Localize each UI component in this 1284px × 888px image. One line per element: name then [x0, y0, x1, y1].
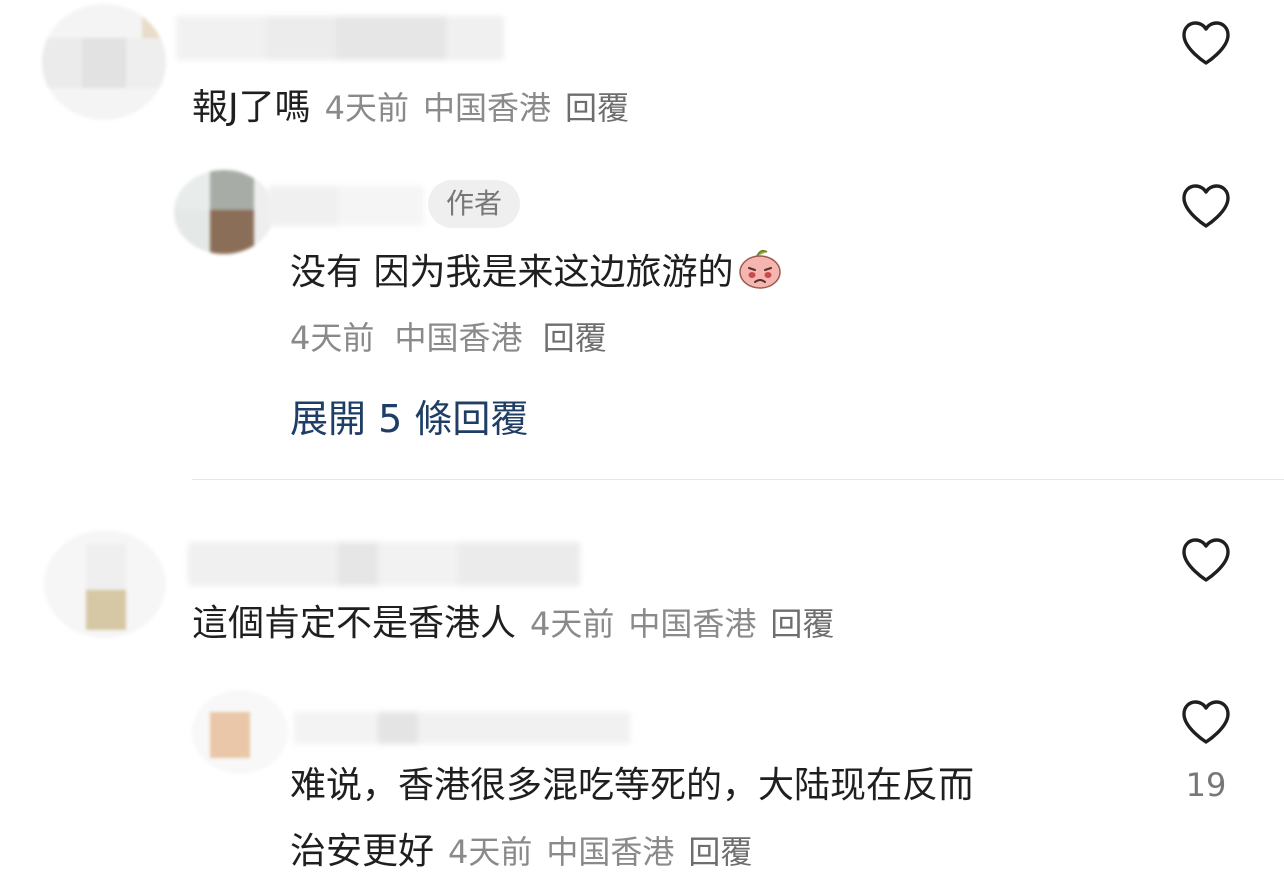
heart-outline-icon[interactable] [1180, 19, 1232, 67]
reply-text: 没有 因为我是来这边旅游的 [290, 246, 783, 295]
reply-button[interactable]: 回覆 [770, 605, 834, 643]
expand-replies-link[interactable]: 展開 5 條回覆 [290, 396, 528, 442]
heart-outline-icon[interactable] [1180, 698, 1232, 746]
reply-location: 中国香港 [546, 833, 675, 871]
reply-body: 治安更好 [290, 831, 435, 872]
username[interactable] [176, 16, 504, 60]
comment-divider [192, 479, 1284, 480]
reply-body: 没有 因为我是来这边旅游的 [290, 252, 734, 293]
reply-location: 中国香港 [394, 319, 523, 357]
heart-outline-icon[interactable] [1180, 182, 1232, 230]
heart-outline-icon[interactable] [1180, 536, 1232, 584]
reply-button[interactable]: 回覆 [688, 833, 752, 871]
reply-text: 难说，香港很多混吃等死的，大陆现在反而 [290, 765, 975, 806]
username[interactable] [294, 712, 630, 744]
comment-body: 這個肯定不是香港人 [192, 603, 517, 644]
pleading-face-emoji [739, 249, 782, 289]
reply-time: 4天前 [290, 319, 375, 357]
reply-button[interactable]: 回覆 [565, 89, 629, 127]
comment-time: 4天前 [324, 89, 409, 127]
reply-button[interactable]: 回覆 [543, 319, 607, 357]
comment-time: 4天前 [530, 605, 615, 643]
avatar[interactable] [42, 4, 166, 120]
like-count: 19 [1185, 766, 1227, 804]
username[interactable] [188, 542, 580, 586]
comment-text: 報J了嗎 4天前 中国香港 回覆 [192, 86, 629, 130]
comment-text: 這個肯定不是香港人 4天前 中国香港 回覆 [192, 602, 834, 646]
reply-time: 4天前 [448, 833, 533, 871]
username[interactable] [268, 186, 424, 226]
avatar[interactable] [174, 170, 274, 254]
avatar[interactable] [192, 690, 288, 774]
author-badge: 作者 [428, 180, 521, 228]
comment-location: 中国香港 [423, 89, 552, 127]
reply-meta: 4天前 中国香港 回覆 [290, 318, 607, 358]
reply-text: 治安更好 4天前 中国香港 回覆 [290, 830, 752, 874]
comment-location: 中国香港 [628, 605, 757, 643]
comment-body: 報J了嗎 [192, 87, 311, 128]
avatar[interactable] [44, 530, 166, 638]
